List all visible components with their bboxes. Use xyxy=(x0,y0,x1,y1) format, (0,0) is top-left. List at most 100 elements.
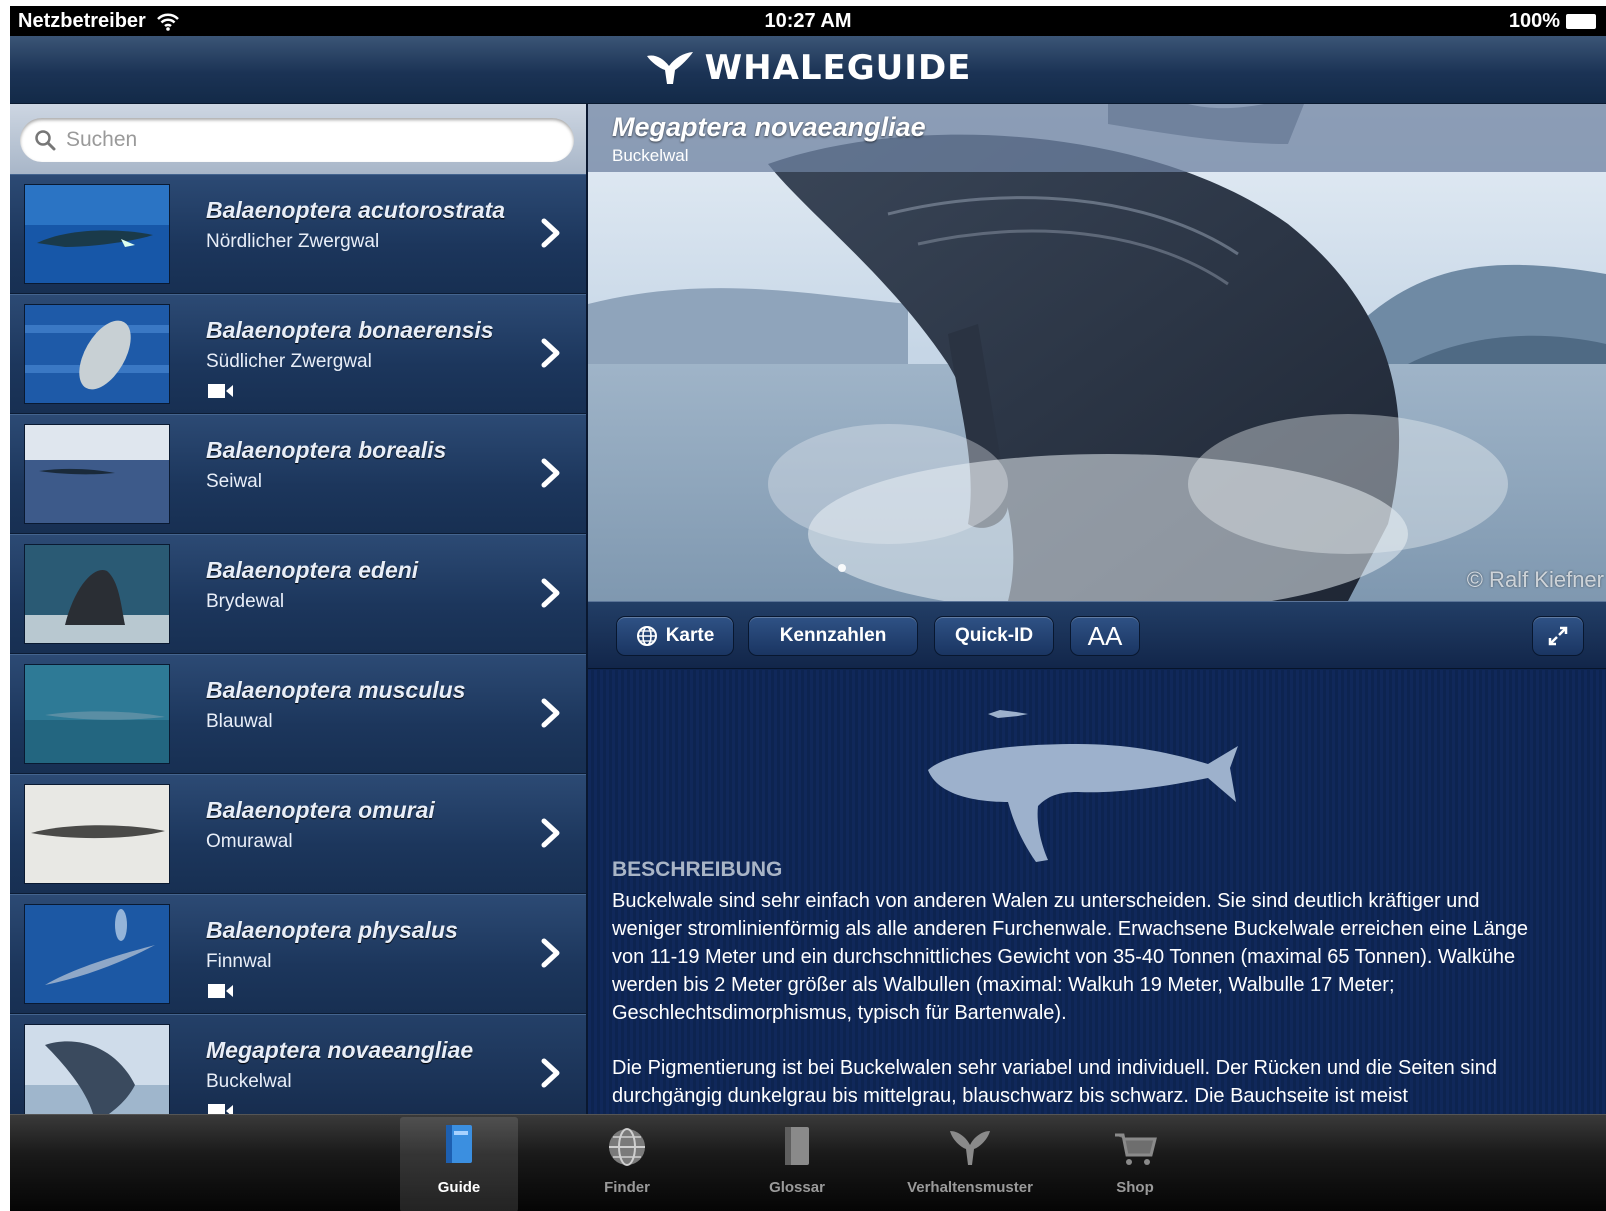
tab-bar: Guide Finder Glossar Verhaltensmuster Sh… xyxy=(10,1114,1606,1211)
map-button-label: Karte xyxy=(665,625,715,646)
species-common-name: Blauwal xyxy=(206,711,273,732)
species-common-name: Buckelwal xyxy=(206,1071,292,1092)
status-bar: Netzbetreiber 10:27 AM 100% xyxy=(10,6,1606,36)
search-bar xyxy=(10,104,586,174)
chevron-right-icon xyxy=(541,938,560,968)
tab-glossar-label: Glossar xyxy=(769,1179,825,1196)
species-latin-name: Balaenoptera musculus xyxy=(206,677,466,703)
species-list-pane: Balaenoptera acutorostrata Nördlicher Zw… xyxy=(10,104,588,1114)
species-common-name: Brydewal xyxy=(206,591,285,612)
species-latin-name: Megaptera novaeangliae xyxy=(206,1037,474,1063)
video-camera-icon xyxy=(208,384,233,398)
tab-shop-label: Shop xyxy=(1116,1179,1154,1196)
globe-icon xyxy=(609,1128,645,1166)
chevron-right-icon xyxy=(541,578,560,608)
facts-button-label: Kennzahlen xyxy=(779,625,887,646)
page-indicator-dot xyxy=(838,564,846,572)
species-latin-name: Balaenoptera edeni xyxy=(206,557,419,583)
chevron-right-icon xyxy=(541,458,560,488)
species-latin-name: Balaenoptera physalus xyxy=(206,917,458,943)
quick-id-button[interactable]: Quick-ID xyxy=(934,616,1054,656)
facts-button[interactable]: Kennzahlen xyxy=(748,616,918,656)
description-heading: BESCHREIBUNG xyxy=(612,858,783,881)
battery-icon xyxy=(1566,14,1596,29)
description-paragraph: Die Pigmentierung ist bei Buckelwalen se… xyxy=(612,1057,1497,1107)
whale-tail-icon xyxy=(950,1131,990,1165)
species-thumbnail xyxy=(24,184,170,284)
species-row[interactable]: Balaenoptera acutorostrata Nördlicher Zw… xyxy=(10,174,586,294)
tab-glossar[interactable]: Glossar xyxy=(738,1117,856,1211)
chevron-right-icon xyxy=(541,698,560,728)
book-icon xyxy=(446,1125,472,1163)
tab-finder[interactable]: Finder xyxy=(568,1117,686,1211)
species-thumbnail xyxy=(24,784,170,884)
species-row[interactable]: Balaenoptera omurai Omurawal xyxy=(10,774,586,894)
map-button[interactable]: Karte xyxy=(616,616,734,656)
tab-shop[interactable]: Shop xyxy=(1076,1117,1194,1211)
detail-toolbar: Karte Kennzahlen Quick-ID AA xyxy=(588,601,1606,669)
chevron-right-icon xyxy=(541,218,560,248)
species-latin-name: Balaenoptera acutorostrata xyxy=(206,197,506,223)
species-latin-name: Balaenoptera borealis xyxy=(206,437,447,463)
species-description[interactable]: BESCHREIBUNG Buckelwale sind sehr einfac… xyxy=(588,670,1606,1114)
quick-id-button-label: Quick-ID xyxy=(954,625,1034,646)
battery-percent: 100% xyxy=(1508,10,1560,32)
tab-finder-label: Finder xyxy=(604,1179,650,1196)
chevron-right-icon xyxy=(541,1058,560,1088)
photo-credit: © Ralf Kiefner xyxy=(1466,567,1604,592)
status-time: 10:27 AM xyxy=(764,10,852,32)
status-battery: 100% xyxy=(1509,10,1596,33)
tab-verhaltensmuster-label: Verhaltensmuster xyxy=(907,1179,1033,1196)
species-subtitle: Buckelwal xyxy=(612,146,689,165)
species-thumbnail xyxy=(24,424,170,524)
species-latin-name: Balaenoptera omurai xyxy=(206,797,435,823)
tab-verhaltensmuster[interactable]: Verhaltensmuster xyxy=(907,1117,1033,1211)
font-size-button-label: AA xyxy=(1087,620,1123,651)
app-title: WHALEGUIDE xyxy=(704,48,972,88)
description-paragraph: Buckelwale sind sehr einfach von anderen… xyxy=(612,890,1529,1024)
app-logo: WHALEGUIDE xyxy=(10,48,1606,88)
whale-size-comparison-silhouette xyxy=(928,710,1238,862)
species-common-name: Südlicher Zwergwal xyxy=(206,351,372,372)
humpback-breach-photo xyxy=(588,104,1606,601)
species-list: Balaenoptera acutorostrata Nördlicher Zw… xyxy=(10,174,586,1114)
video-camera-icon xyxy=(208,984,233,998)
chevron-right-icon xyxy=(541,338,560,368)
species-header: Megaptera novaeangliae Buckelwal xyxy=(588,104,1606,172)
species-detail-pane: Megaptera novaeangliae Buckelwal © Ralf … xyxy=(588,104,1606,1114)
search-field[interactable] xyxy=(20,118,574,162)
fullscreen-button[interactable] xyxy=(1532,616,1584,656)
species-row[interactable]: Balaenoptera musculus Blauwal xyxy=(10,654,586,774)
species-thumbnail xyxy=(24,304,170,404)
navigation-bar: WHALEGUIDE xyxy=(10,36,1606,104)
tab-guide-label: Guide xyxy=(437,1179,481,1196)
glossary-book-icon xyxy=(785,1127,809,1165)
ipad-screen: Netzbetreiber 10:27 AM 100% WHALEGUIDE S… xyxy=(10,6,1606,1211)
species-common-name: Finnwal xyxy=(206,951,272,972)
whale-tail-logo-icon xyxy=(646,52,693,84)
search-icon xyxy=(35,130,56,151)
species-thumbnail xyxy=(24,664,170,764)
species-row[interactable]: Balaenoptera borealis Seiwal xyxy=(10,414,586,534)
expand-icon xyxy=(1548,626,1568,646)
species-photo-gallery[interactable]: Megaptera novaeangliae Buckelwal © Ralf … xyxy=(588,104,1606,601)
species-common-name: Nördlicher Zwergwal xyxy=(206,231,380,252)
species-row[interactable]: Balaenoptera bonaerensis Südlicher Zwerg… xyxy=(10,294,586,414)
species-common-name: Omurawal xyxy=(206,831,293,852)
tab-guide[interactable]: Guide xyxy=(400,1117,518,1211)
species-thumbnail xyxy=(24,1024,170,1114)
cart-icon xyxy=(1115,1133,1157,1165)
species-row[interactable]: Balaenoptera edeni Brydewal xyxy=(10,534,586,654)
species-common-name: Seiwal xyxy=(206,471,262,492)
font-size-button[interactable]: AA xyxy=(1070,616,1140,656)
species-row-selected[interactable]: Megaptera novaeangliae Buckelwal xyxy=(10,1014,586,1114)
species-title: Megaptera novaeangliae xyxy=(612,112,926,142)
chevron-right-icon xyxy=(541,818,560,848)
globe-icon xyxy=(636,626,657,646)
species-row[interactable]: Balaenoptera physalus Finnwal xyxy=(10,894,586,1014)
species-thumbnail xyxy=(24,544,170,644)
species-thumbnail xyxy=(24,904,170,1004)
video-camera-icon xyxy=(208,1104,233,1114)
species-latin-name: Balaenoptera bonaerensis xyxy=(206,317,494,343)
search-input[interactable] xyxy=(66,128,546,152)
